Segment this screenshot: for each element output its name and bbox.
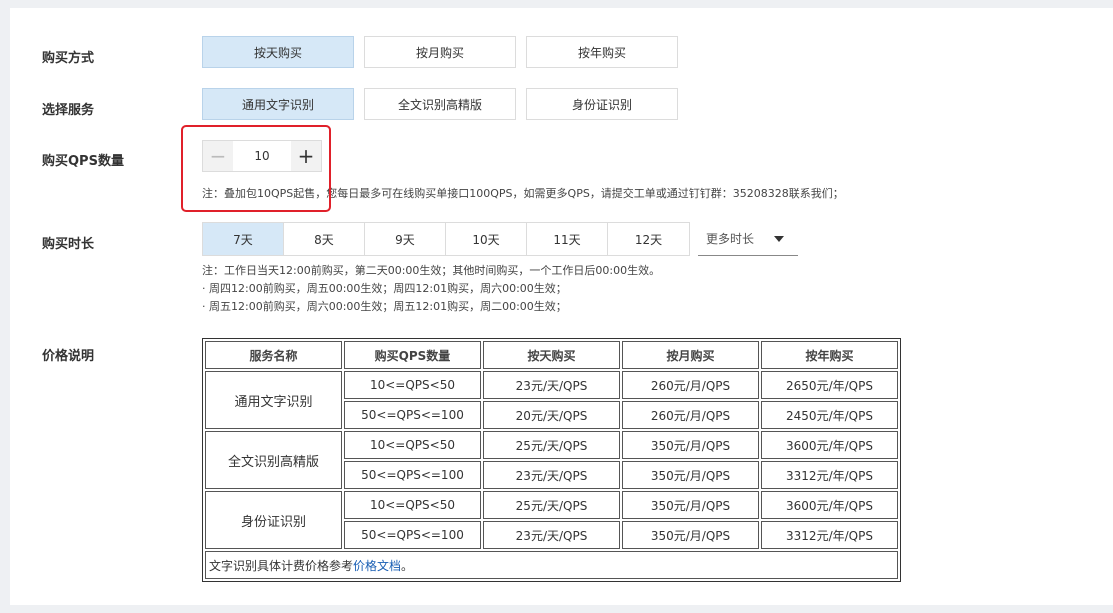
table-cell: 10<=QPS<50 — [344, 371, 481, 399]
table-cell: 3312元/年/QPS — [761, 521, 898, 549]
price-note-label: 价格说明 — [42, 349, 95, 364]
header-yearly: 按年购买 — [761, 341, 898, 369]
table-cell: 50<=QPS<=100 — [344, 461, 481, 489]
table-cell: 3600元/年/QPS — [761, 491, 898, 519]
duration-9-days[interactable]: 9天 — [365, 223, 446, 255]
duration-8-days[interactable]: 8天 — [284, 223, 365, 255]
more-duration-label: 更多时长 — [706, 232, 755, 246]
table-cell: 3600元/年/QPS — [761, 431, 898, 459]
header-daily: 按天购买 — [483, 341, 620, 369]
table-cell: 350元/月/QPS — [622, 491, 759, 519]
duration-7-days[interactable]: 7天 — [203, 223, 284, 255]
service-name-cell: 通用文字识别 — [205, 371, 342, 429]
table-cell: 25元/天/QPS — [483, 491, 620, 519]
service-general-ocr-button[interactable]: 通用文字识别 — [202, 88, 354, 120]
table-cell: 25元/天/QPS — [483, 431, 620, 459]
table-cell: 350元/月/QPS — [622, 431, 759, 459]
table-cell: 23元/天/QPS — [483, 521, 620, 549]
service-name-cell: 全文识别高精版 — [205, 431, 342, 489]
footer-text: 文字识别具体计费价格参考 — [209, 558, 354, 573]
purchase-yearly-button[interactable]: 按年购买 — [526, 36, 678, 68]
table-cell: 23元/天/QPS — [483, 371, 620, 399]
duration-options: 7天 8天 9天 10天 11天 12天 — [202, 222, 690, 256]
service-idcard-button[interactable]: 身份证识别 — [526, 88, 678, 120]
header-monthly: 按月购买 — [622, 341, 759, 369]
table-cell: 260元/月/QPS — [622, 401, 759, 429]
table-row: 身份证识别 10<=QPS<50 25元/天/QPS 350元/月/QPS 36… — [205, 491, 898, 549]
table-cell: 10<=QPS<50 — [344, 431, 481, 459]
duration-note-2: · 周四12:00前购买，周五00:00生效；周四12:01购买，周六00:00… — [202, 282, 567, 295]
footer-suffix: 。 — [401, 558, 414, 573]
service-name-cell: 身份证识别 — [205, 491, 342, 549]
table-cell: 2450元/年/QPS — [761, 401, 898, 429]
table-cell: 2650元/年/QPS — [761, 371, 898, 399]
duration-11-days[interactable]: 11天 — [527, 223, 608, 255]
table-cell: 50<=QPS<=100 — [344, 521, 481, 549]
duration-note-3: · 周五12:00前购买，周六00:00生效；周五12:01购买，周二00:00… — [202, 300, 567, 313]
header-qps: 购买QPS数量 — [344, 341, 481, 369]
table-cell: 23元/天/QPS — [483, 461, 620, 489]
table-cell: 20元/天/QPS — [483, 401, 620, 429]
table-cell: 350元/月/QPS — [622, 521, 759, 549]
table-footer-row: 文字识别具体计费价格参考价格文档。 — [205, 551, 898, 579]
purchase-daily-button[interactable]: 按天购买 — [202, 36, 354, 68]
table-footer-cell: 文字识别具体计费价格参考价格文档。 — [205, 551, 898, 579]
header-service: 服务名称 — [205, 341, 342, 369]
duration-label: 购买时长 — [42, 237, 95, 252]
caret-down-icon — [774, 236, 784, 242]
table-cell: 50<=QPS<=100 — [344, 401, 481, 429]
table-cell: 3312元/年/QPS — [761, 461, 898, 489]
service-fulltext-hd-button[interactable]: 全文识别高精版 — [364, 88, 516, 120]
table-header-row: 服务名称 购买QPS数量 按天购买 按月购买 按年购买 — [205, 341, 898, 369]
highlight-box — [181, 125, 331, 212]
table-cell: 350元/月/QPS — [622, 461, 759, 489]
price-doc-link[interactable]: 价格文档 — [353, 559, 401, 573]
duration-10-days[interactable]: 10天 — [446, 223, 527, 255]
qps-count-label: 购买QPS数量 — [42, 154, 124, 169]
table-row: 通用文字识别 10<=QPS<50 23元/天/QPS 260元/月/QPS 2… — [205, 371, 898, 429]
price-table: 服务名称 购买QPS数量 按天购买 按月购买 按年购买 通用文字识别 10<=Q… — [202, 338, 901, 582]
duration-note-1: 注：工作日当天12:00前购买，第二天00:00生效；其他时间购买，一个工作日后… — [202, 264, 661, 277]
table-cell: 10<=QPS<50 — [344, 491, 481, 519]
table-cell: 260元/月/QPS — [622, 371, 759, 399]
select-service-label: 选择服务 — [42, 103, 95, 118]
duration-12-days[interactable]: 12天 — [608, 223, 689, 255]
purchase-monthly-button[interactable]: 按月购买 — [364, 36, 516, 68]
more-duration-select[interactable]: 更多时长 — [698, 222, 798, 256]
purchase-method-label: 购买方式 — [42, 51, 95, 66]
table-row: 全文识别高精版 10<=QPS<50 25元/天/QPS 350元/月/QPS … — [205, 431, 898, 489]
